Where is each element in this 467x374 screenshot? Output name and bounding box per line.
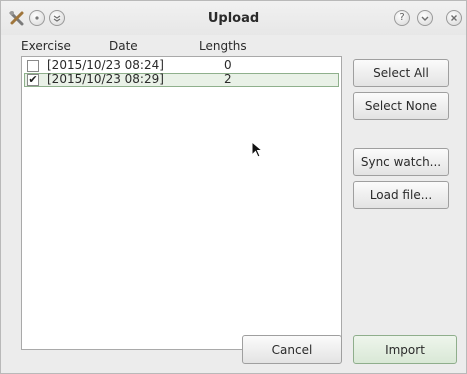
row-lengths: 0 [224,58,232,72]
load-file-button[interactable]: Load file... [353,181,449,209]
list-item[interactable]: ✔ [2015/10/23 08:29] 2 [24,73,339,87]
select-none-button[interactable]: Select None [353,92,449,120]
row-checkbox[interactable] [27,60,39,72]
list-item[interactable]: [2015/10/23 08:24] 0 [24,59,339,73]
mouse-pointer-icon [251,141,264,158]
import-button[interactable]: Import [353,335,457,364]
row-lengths: 2 [224,72,232,86]
column-header-lengths[interactable]: Lengths [199,39,247,53]
roll-down-icon[interactable] [417,10,433,26]
help-icon[interactable]: ? [394,10,410,26]
close-icon[interactable] [446,10,462,26]
upload-dialog: Upload ? Exercise Date Lengths [2015/10/… [0,0,467,374]
row-date: [2015/10/23 08:24] [47,58,164,72]
cancel-button[interactable]: Cancel [242,335,342,364]
select-all-button[interactable]: Select All [353,59,449,87]
row-checkbox[interactable]: ✔ [27,74,39,86]
exercise-list[interactable]: [2015/10/23 08:24] 0 ✔ [2015/10/23 08:29… [21,56,342,350]
column-header-date[interactable]: Date [109,39,138,53]
sync-watch-button[interactable]: Sync watch... [353,148,449,176]
row-date: [2015/10/23 08:29] [47,72,164,86]
column-header-exercise[interactable]: Exercise [21,39,71,53]
title-bar[interactable]: Upload ? [1,1,466,35]
